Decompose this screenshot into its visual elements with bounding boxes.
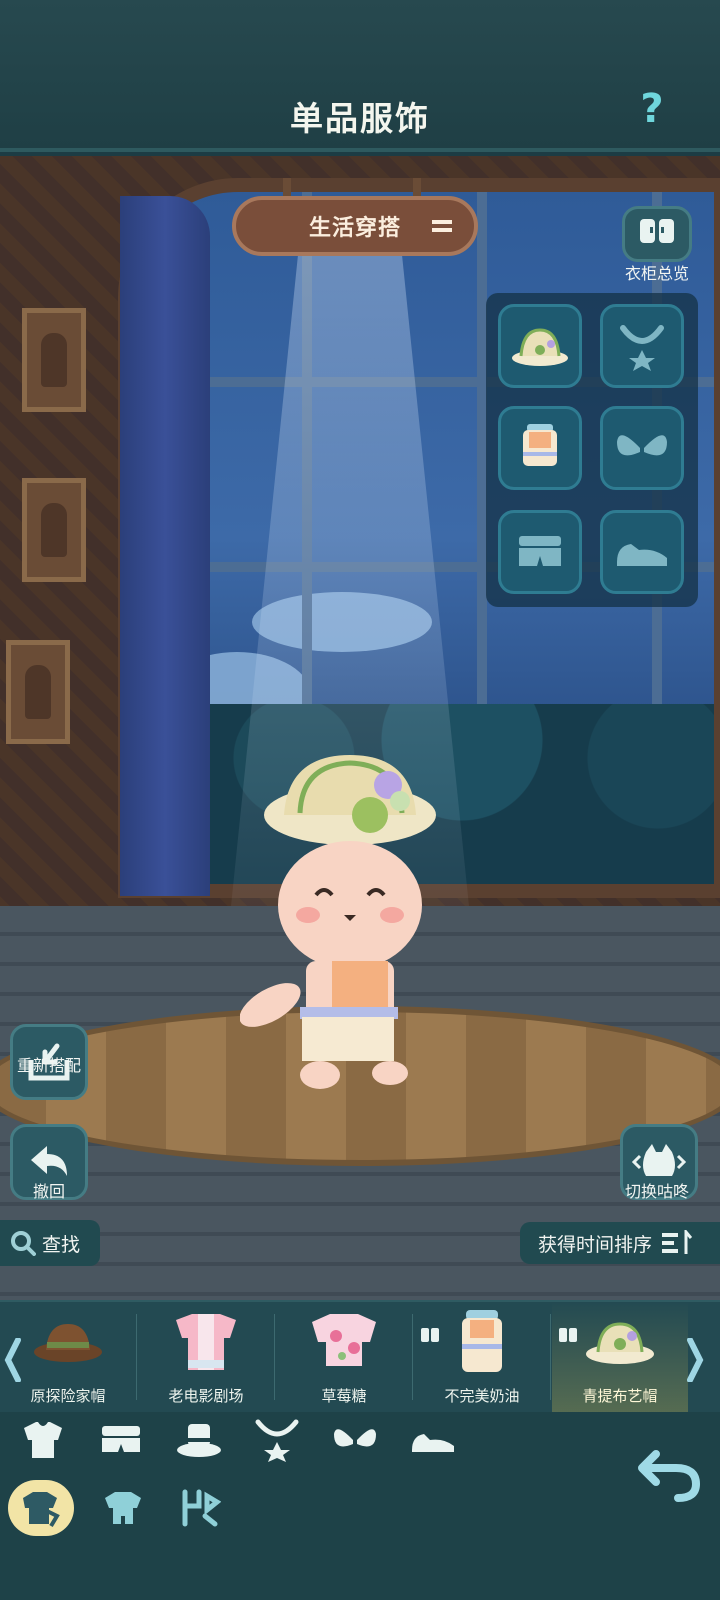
scroll-left-arrow-icon[interactable] [4, 1338, 22, 1382]
list-item[interactable]: 不完美奶油 [414, 1302, 550, 1412]
sort-icon [662, 1230, 693, 1254]
restyle-label: 重新搭配 [16, 1056, 81, 1075]
header-bar: 单品服饰 ? [0, 0, 720, 152]
item-strip: 原探险家帽 老电影剧场 草莓糖 不完美奶油 青提布艺帽 [0, 1300, 720, 1412]
help-button[interactable]: ? [632, 86, 672, 132]
sort-label: 获得时间排序 [538, 1233, 653, 1256]
single-item-mode-icon [23, 1492, 60, 1528]
green-grape-hat-icon [586, 1322, 654, 1364]
suit-mode-tab[interactable] [90, 1480, 156, 1536]
strawberry-top-icon [312, 1314, 376, 1366]
item-name: 老电影剧场 [168, 1387, 244, 1405]
item-divider [136, 1314, 137, 1400]
wardrobe-badge-icon [421, 1328, 439, 1342]
scroll-right-arrow-icon[interactable] [686, 1338, 704, 1382]
item-name: 青提布艺帽 [582, 1387, 658, 1405]
outfit-selector-label: 生活穿搭 [308, 216, 401, 241]
list-item-selected[interactable]: 青提布艺帽 [552, 1302, 688, 1412]
cat-face-icon [632, 1144, 686, 1176]
pants-slot[interactable] [498, 510, 582, 594]
back-arrow-icon[interactable] [638, 1444, 702, 1502]
outfit-selector-dropdown[interactable]: 生活穿搭 [232, 196, 478, 256]
cream-apron-icon [462, 1310, 502, 1372]
undo-arrow-icon [31, 1146, 67, 1176]
hat-slot[interactable] [498, 304, 582, 388]
undo-label: 撤回 [32, 1182, 65, 1201]
action-mode-tab[interactable] [166, 1480, 232, 1536]
shoes-category-icon[interactable] [408, 1418, 458, 1462]
switch-character-label: 切换咕咚 [624, 1182, 689, 1201]
wardrobe-badge-icon [559, 1328, 577, 1342]
action-mode-icon [182, 1489, 221, 1527]
dropdown-lines-icon [432, 220, 452, 232]
list-item[interactable]: 老电影剧场 [138, 1302, 274, 1412]
wall-picture-frame [22, 478, 86, 582]
top-slot-icon [523, 424, 557, 466]
wall-picture-frame [22, 308, 86, 412]
item-divider [550, 1314, 551, 1400]
explorer-hat-icon [34, 1324, 102, 1362]
search-label: 查找 [42, 1233, 81, 1256]
shoes-slot-icon [617, 544, 667, 566]
single-item-mode-tab[interactable] [8, 1480, 74, 1536]
item-name: 草莓糖 [321, 1387, 367, 1405]
top-slot[interactable] [498, 406, 582, 490]
hat-category-icon[interactable] [174, 1418, 224, 1462]
bear-character [240, 755, 436, 1089]
item-name: 原探险家帽 [30, 1387, 106, 1405]
item-divider [412, 1314, 413, 1400]
search-icon [11, 1231, 36, 1256]
pants-slot-icon [519, 536, 561, 566]
search-button[interactable]: 查找 [0, 1220, 100, 1266]
wings-slot-icon [617, 435, 667, 456]
hat-slot-icon [512, 328, 568, 366]
pink-shirt-icon [176, 1314, 236, 1370]
list-item[interactable]: 草莓糖 [276, 1302, 412, 1412]
shoes-slot[interactable] [600, 510, 684, 594]
wardrobe-icon [640, 219, 674, 243]
top-category-icon[interactable] [18, 1418, 68, 1462]
page-title: 单品服饰 [290, 99, 430, 138]
wings-slot[interactable] [600, 406, 684, 490]
wardrobe-overview-label: 衣柜总览 [624, 264, 689, 283]
wardrobe-overview-button[interactable] [622, 206, 692, 262]
item-divider [274, 1314, 275, 1400]
item-name: 不完美奶油 [444, 1387, 520, 1405]
sort-by-acquired-time-button[interactable]: 获得时间排序 [520, 1222, 720, 1264]
curtain [120, 196, 210, 896]
pants-category-icon[interactable] [96, 1418, 146, 1462]
necklace-slot[interactable] [600, 304, 684, 388]
necklace-category-icon[interactable] [252, 1418, 302, 1462]
wings-category-icon[interactable] [330, 1418, 380, 1462]
necklace-slot-icon [620, 325, 664, 371]
wall-picture-frame [6, 640, 70, 744]
suit-mode-icon [105, 1492, 141, 1524]
